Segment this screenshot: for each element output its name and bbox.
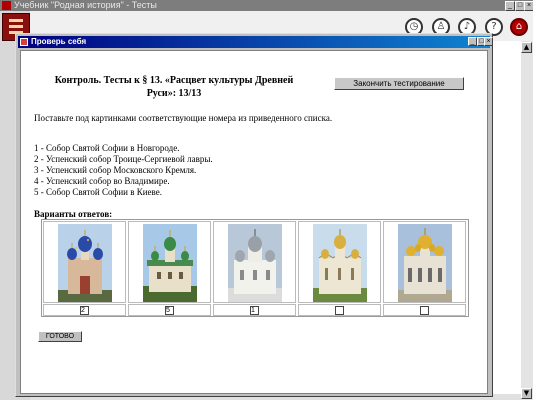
- dialog-icon: [20, 38, 28, 46]
- answer-image-cell-1: [43, 221, 126, 303]
- option-item: 5 - Собор Святой Софии в Киеве.: [34, 187, 162, 197]
- answer-input-cell-4: [298, 304, 381, 316]
- answer-input-cell-2: [128, 304, 211, 316]
- app-close-button[interactable]: ×: [524, 1, 533, 11]
- test-heading-line2: Руси»: 13/13: [146, 88, 202, 99]
- test-heading-line1: Контроль. Тесты к § 13. «Расцвет культур…: [54, 75, 294, 86]
- scroll-down-button[interactable]: ▼: [521, 388, 532, 399]
- cathedral-white-helmet-domes-image: [228, 224, 282, 302]
- dialog-title: Проверь себя: [31, 37, 87, 46]
- app-title: Учебник "Родная история" - Тесты: [14, 0, 157, 10]
- dialog-minimize-button[interactable]: _: [468, 37, 477, 46]
- app-scrollbar[interactable]: [521, 41, 533, 400]
- scroll-up-button[interactable]: ▲: [521, 42, 532, 53]
- test-dialog: Проверь себя _ □ × Контроль. Тесты к § 1…: [15, 33, 493, 397]
- answer-input-5[interactable]: [420, 306, 429, 315]
- option-item: 3 - Успенский собор Московского Кремля.: [34, 165, 197, 175]
- answers-table: [41, 219, 469, 317]
- option-item: 1 - Собор Святой Софии в Новгороде.: [34, 143, 180, 153]
- dialog-content: Контроль. Тесты к § 13. «Расцвет культур…: [20, 50, 488, 394]
- app-titlebar: Учебник "Родная история" - Тесты _ □ ×: [0, 0, 533, 11]
- done-button[interactable]: ГОТОВО: [38, 331, 82, 342]
- answer-image-cell-3: [213, 221, 296, 303]
- cathedral-gold-domes-kremlin-image: [398, 224, 452, 302]
- answer-input-cell-5: [383, 304, 466, 316]
- exit-icon[interactable]: ⌂: [510, 18, 528, 36]
- option-item: 2 - Успенский собор Троице-Сергиевой лав…: [34, 154, 213, 164]
- answer-input-4[interactable]: [335, 306, 344, 315]
- finish-test-button[interactable]: Закончить тестирование: [334, 77, 464, 90]
- answers-label: Варианты ответов:: [34, 209, 113, 219]
- cathedral-white-gold-domes-image: [313, 224, 367, 302]
- answer-input-3[interactable]: [250, 306, 259, 315]
- dialog-close-button[interactable]: ×: [484, 37, 493, 46]
- options-list: 1 - Собор Святой Софии в Новгороде. 2 - …: [34, 143, 213, 198]
- answer-image-cell-4: [298, 221, 381, 303]
- instruction-text: Поставьте под картинками соответствующие…: [34, 113, 333, 123]
- answer-input-cell-3: [213, 304, 296, 316]
- test-heading: Контроль. Тесты к § 13. «Расцвет культур…: [54, 74, 294, 100]
- answer-input-2[interactable]: [165, 306, 174, 315]
- dialog-titlebar: Проверь себя _ □ ×: [18, 36, 493, 48]
- answer-image-cell-2: [128, 221, 211, 303]
- option-item: 4 - Успенский собор во Владимире.: [34, 176, 170, 186]
- cathedral-blue-domes-image: [58, 224, 112, 302]
- answer-input-1[interactable]: [80, 306, 89, 315]
- app-minimize-button[interactable]: _: [505, 1, 515, 11]
- app-icon: [2, 1, 11, 10]
- answer-image-cell-5: [383, 221, 466, 303]
- cathedral-green-domes-image: [143, 224, 197, 302]
- answer-input-cell-1: [43, 304, 126, 316]
